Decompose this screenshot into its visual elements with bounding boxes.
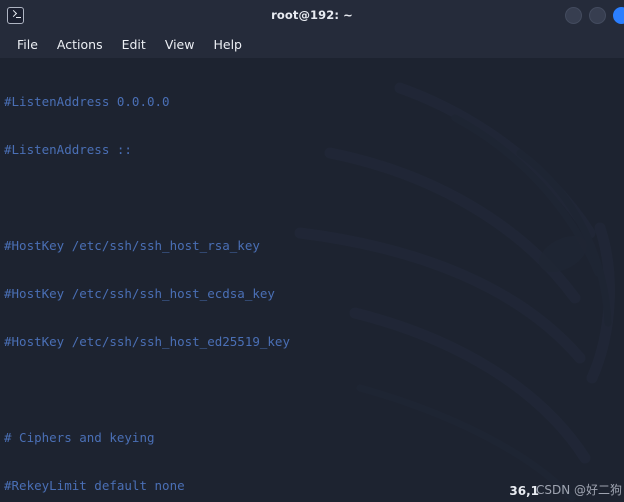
- line-text: #HostKey /etc/ssh/ssh_host_rsa_key: [4, 238, 260, 253]
- terminal-line: #HostKey /etc/ssh/ssh_host_ecdsa_key: [4, 286, 624, 302]
- terminal-line: #ListenAddress ::: [4, 142, 624, 158]
- line-text: #ListenAddress ::: [4, 142, 132, 157]
- line-text: #ListenAddress 0.0.0.0: [4, 94, 170, 109]
- minimize-button[interactable]: [565, 6, 582, 24]
- terminal-line: # Ciphers and keying: [4, 430, 624, 446]
- window-controls: [565, 0, 624, 30]
- terminal-body[interactable]: #ListenAddress 0.0.0.0 #ListenAddress ::…: [0, 58, 624, 502]
- line-text: #HostKey /etc/ssh/ssh_host_ecdsa_key: [4, 286, 275, 301]
- line-text: # Ciphers and keying: [4, 430, 155, 445]
- window-titlebar: root@192: ~: [0, 0, 624, 30]
- menu-item-edit[interactable]: Edit: [115, 35, 153, 54]
- line-text: #HostKey /etc/ssh/ssh_host_ed25519_key: [4, 334, 290, 349]
- terminal-screen: #ListenAddress 0.0.0.0 #ListenAddress ::…: [0, 58, 624, 502]
- menu-bar: File Actions Edit View Help: [0, 30, 624, 58]
- csdn-watermark: CSDN @好二狗: [535, 483, 622, 497]
- terminal-window: root@192: ~ File Actions Edit View Help: [0, 0, 624, 502]
- terminal-line: #ListenAddress 0.0.0.0: [4, 94, 624, 110]
- menu-item-help[interactable]: Help: [206, 35, 249, 54]
- window-title: root@192: ~: [271, 8, 353, 22]
- maximize-button[interactable]: [589, 6, 606, 24]
- terminal-line: #HostKey /etc/ssh/ssh_host_rsa_key: [4, 238, 624, 254]
- vim-ruler-position: 36,1: [509, 484, 539, 498]
- menu-item-actions[interactable]: Actions: [50, 35, 110, 54]
- line-text: #RekeyLimit default none: [4, 478, 185, 493]
- terminal-icon: [7, 6, 24, 24]
- close-button[interactable]: [613, 6, 624, 24]
- menu-item-file[interactable]: File: [10, 35, 45, 54]
- menu-item-view[interactable]: View: [158, 35, 202, 54]
- terminal-line: #HostKey /etc/ssh/ssh_host_ed25519_key: [4, 334, 624, 350]
